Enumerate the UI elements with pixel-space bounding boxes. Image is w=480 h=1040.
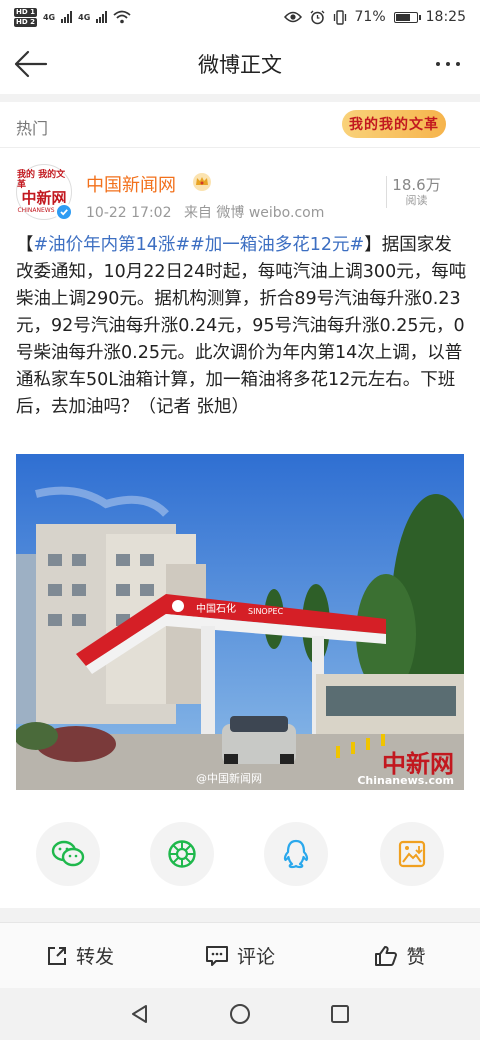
post-time: 10-22 17:02 <box>86 205 172 221</box>
network-type-2: 4G <box>78 12 91 22</box>
hashtag-link[interactable]: #加一箱油多花12元# <box>190 235 364 255</box>
repost-label: 转发 <box>75 946 114 968</box>
share-moments-button[interactable] <box>150 822 214 886</box>
hd-indicator: HD 1 HD 2 <box>14 7 37 27</box>
post-card: 热门 我的我的文革 我的 我的文革 中新网 CHINANEWS.COM 中国新闻… <box>0 102 480 908</box>
post-meta: 10-22 17:02 来自 微博 weibo.com <box>86 202 332 222</box>
hd2-label: HD 2 <box>14 17 37 27</box>
wifi-icon <box>113 10 131 24</box>
eye-icon <box>283 11 302 23</box>
share-qq-button[interactable] <box>264 822 328 886</box>
dot-icon <box>456 62 460 66</box>
more-options-button[interactable] <box>430 54 466 74</box>
post-source: 来自 微博 weibo.com <box>183 205 325 221</box>
page-title: 微博正文 <box>198 53 282 77</box>
signal-icon-2 <box>96 11 108 23</box>
hashtag-link[interactable]: #油价年内第14涨# <box>34 235 191 255</box>
vibrate-icon <box>333 9 346 25</box>
share-wechat-button[interactable] <box>36 822 100 886</box>
save-image-icon <box>398 840 426 868</box>
avatar[interactable]: 我的 我的文革 中新网 CHINANEWS.COM <box>16 164 73 221</box>
comment-label: 评论 <box>236 946 275 968</box>
alarm-icon <box>310 10 324 24</box>
qq-icon <box>283 839 309 869</box>
dot-icon <box>436 62 440 66</box>
station-sign-en: SINOPEC <box>248 607 284 616</box>
nav-home-icon[interactable] <box>229 1003 251 1025</box>
nav-recents-icon[interactable] <box>330 1004 350 1024</box>
comment-icon <box>205 945 228 966</box>
section-label: 热门 <box>16 119 49 138</box>
author-name[interactable]: 中国新闻网 <box>86 171 176 197</box>
campaign-badge[interactable]: 我的我的文革 <box>342 110 446 138</box>
section-header: 热门 我的我的文革 <box>0 102 480 148</box>
crown-icon <box>193 173 211 191</box>
read-count-label: 阅读 <box>405 194 428 207</box>
nav-bar: 微博正文 <box>0 34 480 94</box>
image-watermark-weibo: @中国新闻网 <box>196 772 262 785</box>
read-count-number: 18.6万 <box>392 176 441 194</box>
bracket-close: 】 <box>364 235 382 255</box>
share-row <box>0 822 480 886</box>
moments-icon <box>168 840 196 868</box>
repost-icon <box>47 946 66 965</box>
battery-icon <box>393 11 421 23</box>
back-button[interactable] <box>12 48 48 80</box>
back-arrow-icon <box>14 50 48 78</box>
thumbs-up-icon <box>375 945 398 966</box>
save-image-button[interactable] <box>380 822 444 886</box>
action-bar: 转发 评论 赞 <box>0 922 480 988</box>
like-button[interactable]: 赞 <box>320 923 480 988</box>
post-image[interactable]: 中国石化 SINOPEC @中国新闻网 中新网 Chinanews.com <box>16 454 464 790</box>
system-nav-bar <box>0 988 480 1040</box>
bracket-open: 【 <box>16 235 34 255</box>
hd1-label: HD 1 <box>14 7 37 17</box>
repost-button[interactable]: 转发 <box>0 923 160 988</box>
status-bar: HD 1 HD 2 4G 4G 71% 18:25 <box>0 0 480 34</box>
post-body: 【#油价年内第14涨#​#加一箱油多花12元#】据国家发改委通知，10月22日2… <box>16 232 468 421</box>
dot-icon <box>446 62 450 66</box>
comment-button[interactable]: 评论 <box>160 923 320 988</box>
clock: 18:25 <box>425 9 466 25</box>
post-content: 据国家发改委通知，10月22日24时起，每吨汽油上调300元，每吨柴油上调290… <box>16 235 467 417</box>
signal-icon <box>61 11 73 23</box>
avatar-caption: 我的 我的文革 <box>17 169 66 190</box>
battery-percent: 71% <box>354 9 386 25</box>
gas-station-photo: 中国石化 SINOPEC <box>16 454 464 790</box>
image-watermark-site: Chinanews.com <box>357 774 454 787</box>
station-sign-cn: 中国石化 <box>196 602 236 615</box>
network-type-1: 4G <box>42 12 56 22</box>
wechat-icon <box>51 840 85 867</box>
like-label: 赞 <box>406 946 426 968</box>
verified-icon <box>55 203 73 221</box>
read-count: 18.6万 阅读 <box>386 176 446 208</box>
nav-back-icon[interactable] <box>130 1004 150 1024</box>
